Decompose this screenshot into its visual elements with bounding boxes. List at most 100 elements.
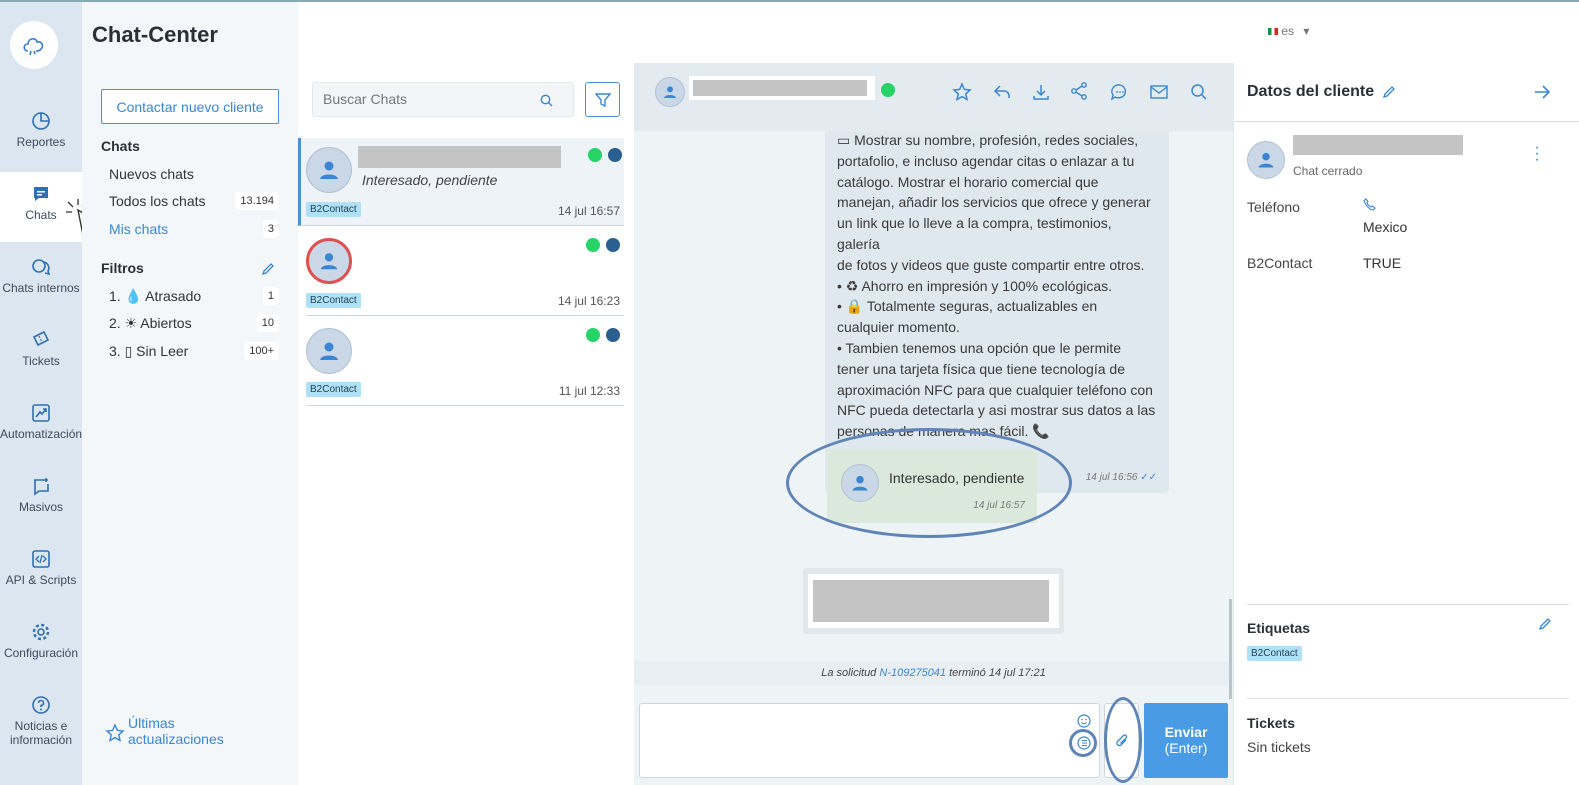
tickets-value: Sin tickets bbox=[1247, 739, 1311, 755]
nav-my-chats[interactable]: Mis chats 3 bbox=[109, 219, 279, 239]
channel-tag: B2Contact bbox=[306, 293, 361, 308]
user-icon bbox=[1258, 152, 1274, 168]
cloud-logo-icon[interactable] bbox=[10, 21, 58, 69]
avatar bbox=[306, 328, 352, 374]
avatar bbox=[306, 238, 352, 284]
user-icon bbox=[320, 161, 338, 179]
star-icon[interactable] bbox=[952, 82, 972, 102]
comment-icon[interactable] bbox=[1110, 82, 1130, 102]
left-rail: Reportes Chats Chats internos Tickets Au… bbox=[0, 2, 110, 785]
language-code: es bbox=[1281, 24, 1295, 38]
rail-item-api-scripts[interactable]: API & Scripts bbox=[0, 537, 82, 607]
highlight-oval bbox=[1104, 697, 1142, 783]
send-hint: (Enter) bbox=[1164, 740, 1208, 756]
chat-time: 14 jul 16:23 bbox=[557, 294, 620, 308]
count-badge: 1 bbox=[262, 287, 279, 305]
count-badge: 100+ bbox=[244, 342, 279, 360]
user-icon bbox=[320, 253, 338, 270]
message-line: cualquier momento. bbox=[837, 319, 960, 336]
client-details-panel: Datos del cliente Chat cerrado · · · Teléf… bbox=[1233, 63, 1579, 785]
user-icon bbox=[664, 86, 676, 98]
message-line: • Tambien tenemos una opción que le perm… bbox=[837, 339, 1122, 356]
chat-status: Chat cerrado bbox=[1293, 164, 1363, 178]
rail-label: Tickets bbox=[22, 354, 60, 368]
rail-item-noticias[interactable]: Noticias e información bbox=[0, 683, 82, 763]
phone-label: Teléfono bbox=[1247, 199, 1300, 215]
nav-new-chats[interactable]: Nuevos chats bbox=[109, 164, 279, 184]
chat-list-panel: Buscar Chats Interesado, pendiente B2Con… bbox=[298, 2, 634, 785]
filter-sin-leer[interactable]: 3. ▯ Sin Leer 100+ bbox=[109, 341, 279, 361]
rail-item-automatizacion[interactable]: Automatización bbox=[0, 391, 82, 461]
ticket-icon bbox=[32, 330, 50, 347]
chat-time: 14 jul 16:57 bbox=[557, 204, 620, 218]
reply-icon[interactable] bbox=[992, 82, 1012, 102]
avatar bbox=[655, 77, 685, 107]
scrollbar-thumb[interactable] bbox=[1229, 599, 1232, 699]
send-button[interactable]: Enviar (Enter) bbox=[1144, 703, 1228, 778]
conversation-panel: ▭ Mostrar su nombre, profesión, redes so… bbox=[634, 63, 1233, 785]
channel-bubble-icon bbox=[608, 148, 622, 162]
send-label: Enviar bbox=[1164, 724, 1208, 740]
chat-list-item[interactable]: B2Contact 11 jul 12:33 bbox=[306, 318, 624, 406]
chat-time: 11 jul 12:33 bbox=[558, 384, 620, 398]
arrow-right-icon[interactable] bbox=[1532, 82, 1552, 102]
media-frame bbox=[808, 574, 1059, 628]
filter-abiertos[interactable]: 2. ☀ Abiertos 10 bbox=[109, 313, 279, 333]
rail-item-masivos[interactable]: Masivos bbox=[0, 464, 82, 534]
code-icon bbox=[32, 550, 50, 568]
avatar bbox=[1247, 141, 1285, 179]
contact-new-client-button[interactable]: Contactar nuevo cliente bbox=[101, 89, 279, 124]
pie-chart-icon bbox=[32, 112, 50, 130]
search-icon[interactable] bbox=[540, 94, 553, 107]
b2contact-value: TRUE bbox=[1363, 255, 1402, 271]
nav-link-label: Nuevos chats bbox=[109, 166, 194, 182]
filter-label: 2. ☀ Abiertos bbox=[109, 315, 192, 331]
share-icon[interactable] bbox=[1069, 81, 1089, 101]
help-icon bbox=[32, 696, 50, 714]
highlight-oval bbox=[786, 428, 1072, 538]
rail-label: Reportes bbox=[16, 135, 66, 149]
tickets-header: Tickets bbox=[1247, 715, 1295, 731]
system-text: La solicitud bbox=[821, 667, 877, 679]
count-badge: 13.194 bbox=[235, 192, 279, 210]
conversation-header bbox=[634, 63, 1233, 131]
edit-tags-pencil-icon[interactable] bbox=[1538, 617, 1552, 631]
channel-tag: B2Contact bbox=[306, 382, 361, 397]
message-line: un link que lo lleve a la compra, testim… bbox=[837, 215, 1112, 252]
redacted-contact-name bbox=[693, 80, 867, 96]
client-tag[interactable]: B2Contact bbox=[1247, 646, 1302, 661]
edit-filters-pencil-icon[interactable] bbox=[261, 262, 275, 276]
language-selector[interactable]: es ▾ bbox=[1268, 24, 1309, 38]
nav-link-label: Todos los chats bbox=[109, 193, 206, 209]
star-icon[interactable] bbox=[105, 723, 125, 743]
rail-item-tickets[interactable]: Tickets bbox=[0, 318, 82, 388]
rail-item-chats-internos[interactable]: Chats internos bbox=[0, 245, 82, 315]
more-vertical-icon[interactable]: · · · bbox=[1532, 140, 1542, 168]
download-icon[interactable] bbox=[1031, 82, 1051, 102]
nav-column: Chat-Center Contactar nuevo cliente Chat… bbox=[82, 2, 298, 785]
message-line: portafolio, e incluso agendar citas o en… bbox=[837, 152, 1135, 169]
filters-section-header: Filtros bbox=[101, 260, 144, 276]
media-placeholder bbox=[803, 568, 1064, 634]
chat-list-item[interactable]: Interesado, pendiente B2Contact 14 jul 1… bbox=[298, 138, 624, 226]
filter-atrasado[interactable]: 1. 💧 Atrasado 1 bbox=[109, 286, 279, 306]
filter-button[interactable] bbox=[585, 82, 620, 117]
nav-all-chats[interactable]: Todos los chats 13.194 bbox=[109, 191, 279, 211]
search-icon[interactable] bbox=[1189, 82, 1209, 102]
whatsapp-icon bbox=[588, 148, 602, 162]
edit-pencil-icon[interactable] bbox=[1382, 85, 1396, 99]
message-line: ▭ Mostrar su nombre, profesión, redes so… bbox=[837, 132, 1139, 148]
latest-updates-link[interactable]: Últimas actualizaciones bbox=[128, 715, 248, 747]
email-icon[interactable] bbox=[1149, 82, 1169, 102]
ticket-link[interactable]: N-109275041 bbox=[879, 667, 946, 679]
message-line: de fotos y videos que guste compartir en… bbox=[837, 256, 1145, 273]
chat-list-item[interactable]: B2Contact 14 jul 16:23 bbox=[306, 228, 624, 316]
search-input[interactable]: Buscar Chats bbox=[312, 82, 574, 117]
rail-item-configuracion[interactable]: Configuración bbox=[0, 610, 82, 680]
message-input[interactable] bbox=[639, 703, 1100, 778]
phone-icon[interactable] bbox=[1363, 198, 1376, 211]
rail-item-reportes[interactable]: Reportes bbox=[0, 99, 82, 169]
emoji-icon[interactable] bbox=[1077, 714, 1091, 728]
whatsapp-icon bbox=[881, 83, 895, 97]
filter-label: 1. 💧 Atrasado bbox=[109, 288, 202, 304]
